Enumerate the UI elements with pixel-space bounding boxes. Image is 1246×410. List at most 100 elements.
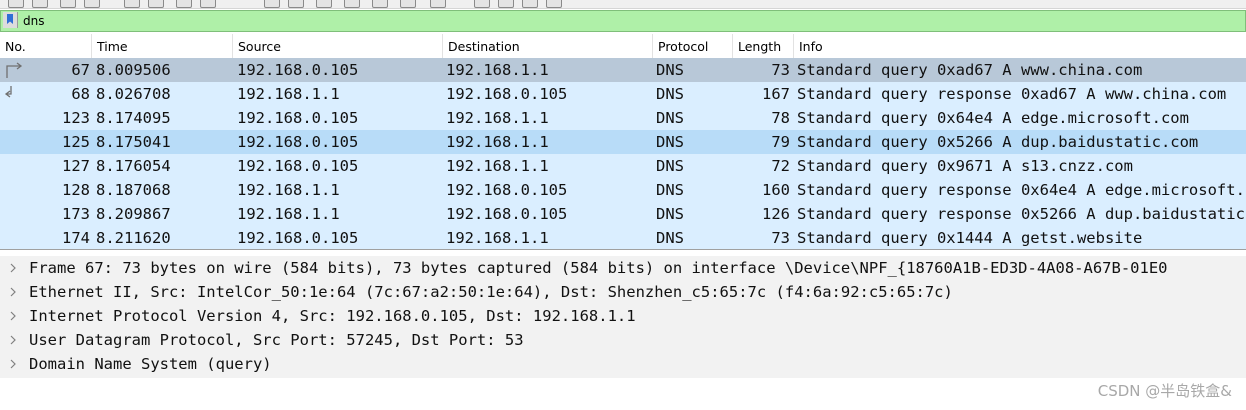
packet-info: Standard query response 0x5266 A dup.bai… [797,205,1246,223]
packet-row[interactable]: 67 8.009506 192.168.0.105 192.168.1.1 DNS 73 S… [0,58,1246,82]
packet-number: 173 [62,205,90,223]
back-icon[interactable] [148,0,164,8]
bookmark-icon[interactable] [3,12,18,28]
watermark: CSDN @半岛铁盒& [1097,382,1232,400]
chevron-right-icon[interactable] [8,359,18,369]
detail-tree-item-label: User Datagram Protocol, Src Port: 57245,… [29,331,524,349]
column-header-length[interactable]: Length [733,34,794,58]
packet-info: Standard query 0x5266 A dup.baidustatic.… [797,133,1199,151]
packet-info: Standard query response 0xad67 A www.chi… [797,85,1227,103]
zoom-in-icon[interactable] [372,0,388,8]
packet-list-header: No. Time Source Destination Protocol Len… [0,34,1246,59]
first-packet-icon[interactable] [264,0,280,8]
packet-source: 192.168.1.1 [237,181,340,199]
detail-tree-item-label: Frame 67: 73 bytes on wire (584 bits), 7… [29,259,1168,277]
column-header-time[interactable]: Time [92,34,233,58]
packet-length: 72 [771,157,790,175]
packet-time: 8.211620 [96,229,171,247]
packet-protocol: DNS [656,205,684,223]
packet-number: 125 [62,133,90,151]
main-toolbar [0,0,1246,9]
packet-length: 73 [771,61,790,79]
packet-time: 8.026708 [96,85,171,103]
packet-row[interactable]: 125 8.175041 192.168.0.105 192.168.1.1 DNS 79… [0,130,1246,154]
packet-destination: 192.168.0.105 [446,85,568,103]
packet-row[interactable]: 173 8.209867 192.168.1.1 192.168.0.105 DNS 12… [0,202,1246,226]
capture-filter-icon[interactable] [498,0,514,8]
packet-row[interactable]: 128 8.187068 192.168.1.1 192.168.0.105 DNS 16… [0,178,1246,202]
last-packet-icon[interactable] [288,0,304,8]
column-header-no[interactable]: No. [0,34,92,58]
packet-number: 68 [71,85,90,103]
detail-tree-item-label: Domain Name System (query) [29,355,272,373]
save-file-icon[interactable] [32,0,48,8]
zoom-out-icon[interactable] [400,0,416,8]
packet-length: 78 [771,109,790,127]
packet-number: 127 [62,157,90,175]
detail-tree-item[interactable]: Frame 67: 73 bytes on wire (584 bits), 7… [0,256,1246,280]
packet-source: 192.168.0.105 [237,229,359,247]
packet-number: 174 [62,229,90,247]
packet-destination: 192.168.1.1 [446,157,549,175]
packet-number: 67 [71,61,90,79]
open-file-icon[interactable] [8,0,24,8]
column-header-source[interactable]: Source [233,34,443,58]
detail-tree-item[interactable]: Domain Name System (query) [0,352,1246,376]
column-header-protocol[interactable]: Protocol [653,34,733,58]
packet-row[interactable]: 127 8.176054 192.168.0.105 192.168.1.1 DNS 72… [0,154,1246,178]
packet-source: 192.168.0.105 [237,109,359,127]
chevron-right-icon[interactable] [8,263,18,273]
coloring-rules-icon[interactable] [546,0,562,8]
packet-info: Standard query response 0x64e4 A edge.mi… [797,181,1246,199]
packet-length: 79 [771,133,790,151]
packet-destination: 192.168.0.105 [446,205,568,223]
forward-icon[interactable] [176,0,192,8]
packet-source: 192.168.1.1 [237,205,340,223]
packet-protocol: DNS [656,133,684,151]
packet-info: Standard query 0x9671 A s13.cnzz.com [797,157,1133,175]
packet-info: Standard query 0x1444 A getst.website [797,229,1143,247]
packet-source: 192.168.1.1 [237,85,340,103]
packet-length: 167 [762,85,790,103]
packet-protocol: DNS [656,181,684,199]
display-filter-icon[interactable] [522,0,538,8]
packet-length: 126 [762,205,790,223]
column-header-destination[interactable]: Destination [443,34,653,58]
display-filter-bar [0,10,1246,32]
packet-time: 8.176054 [96,157,171,175]
column-header-info[interactable]: Info [794,34,1246,58]
detail-tree-item-label: Ethernet II, Src: IntelCor_50:1e:64 (7c:… [29,283,953,301]
resize-columns-icon[interactable] [474,0,490,8]
packet-time: 8.187068 [96,181,171,199]
autoscroll-icon[interactable] [316,0,332,8]
packet-row[interactable]: 123 8.174095 192.168.0.105 192.168.1.1 DNS 78… [0,106,1246,130]
packet-time: 8.009506 [96,61,171,79]
packet-destination: 192.168.0.105 [446,181,568,199]
detail-tree-item[interactable]: User Datagram Protocol, Src Port: 57245,… [0,328,1246,352]
packet-source: 192.168.0.105 [237,61,359,79]
chevron-right-icon[interactable] [8,335,18,345]
packet-row[interactable]: 68 8.026708 192.168.1.1 192.168.0.105 DNS 167… [0,82,1246,106]
display-filter-input[interactable] [23,12,1223,30]
packet-protocol: DNS [656,85,684,103]
find-icon[interactable] [124,0,140,8]
detail-tree-item[interactable]: Internet Protocol Version 4, Src: 192.16… [0,304,1246,328]
go-to-packet-icon[interactable] [200,0,216,8]
close-file-icon[interactable] [60,0,76,8]
packet-time: 8.175041 [96,133,171,151]
packet-details-pane: Frame 67: 73 bytes on wire (584 bits), 7… [0,256,1246,378]
packet-destination: 192.168.1.1 [446,229,549,247]
packet-info: Standard query 0xad67 A www.china.com [797,61,1143,79]
chevron-right-icon[interactable] [8,311,18,321]
packet-row[interactable]: 174 8.211620 192.168.0.105 192.168.1.1 DNS 73… [0,226,1246,249]
reload-icon[interactable] [84,0,100,8]
packet-time: 8.209867 [96,205,171,223]
chevron-right-icon[interactable] [8,287,18,297]
packet-number: 123 [62,109,90,127]
normal-size-icon[interactable] [430,0,446,8]
packet-list: No. Time Source Destination Protocol Len… [0,34,1246,250]
colorize-icon[interactable] [344,0,360,8]
detail-tree-item[interactable]: Ethernet II, Src: IntelCor_50:1e:64 (7c:… [0,280,1246,304]
packet-destination: 192.168.1.1 [446,133,549,151]
packet-protocol: DNS [656,61,684,79]
